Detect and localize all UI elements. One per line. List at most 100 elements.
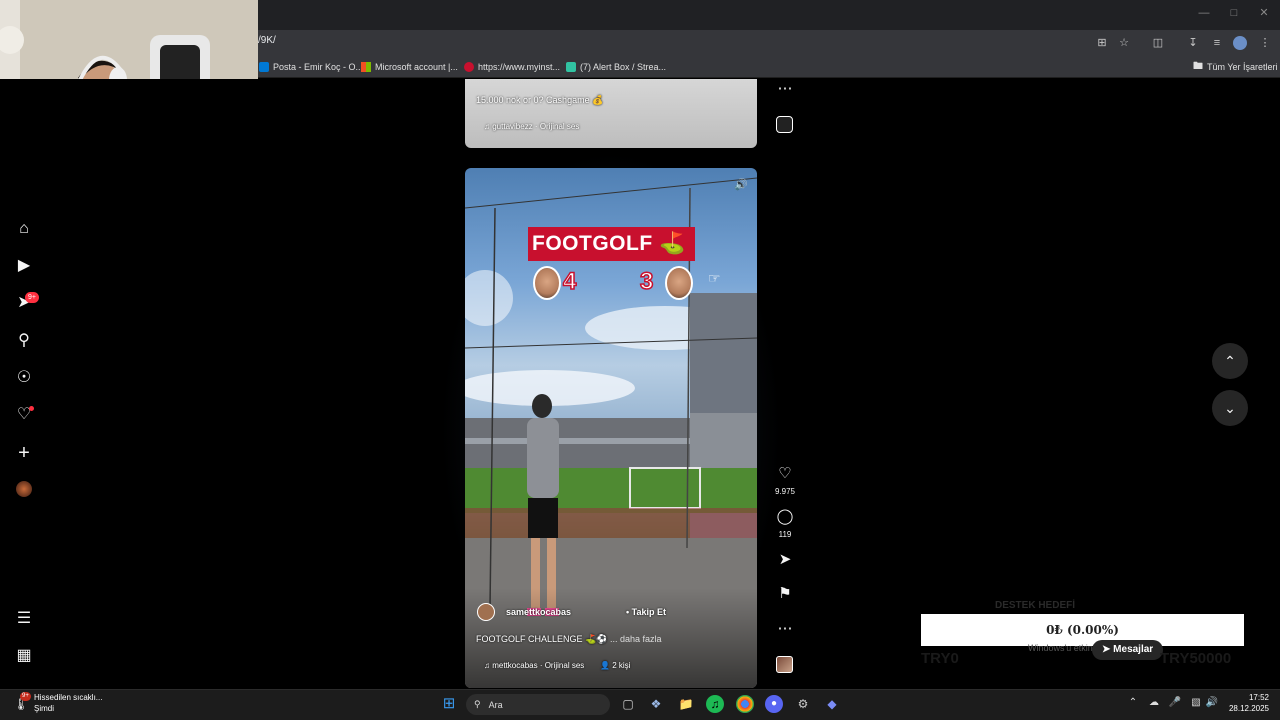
score-right: 3 <box>639 267 654 296</box>
extensions-icon[interactable]: ◫ <box>1150 35 1166 51</box>
save-bookmark-icon[interactable]: ⚑ <box>775 584 795 604</box>
player-face-right <box>665 266 693 300</box>
bookmark-label: (7) Alert Box / Strea... <box>580 62 667 72</box>
create-plus-icon[interactable]: + <box>14 443 34 463</box>
search-placeholder: Ara <box>488 699 503 710</box>
search-icon: ⚲ <box>474 699 481 709</box>
settings-gear-icon[interactable]: ⚙ <box>794 695 812 713</box>
explore-icon[interactable]: ☉ <box>14 368 34 388</box>
speaker-icon[interactable]: 🔊 <box>1205 697 1219 708</box>
microphone-icon[interactable]: 🎤 <box>1168 697 1182 708</box>
music-note-icon: ♫ <box>484 661 493 670</box>
bookmark-item[interactable]: https://www.myinst... <box>464 59 560 75</box>
donation-progress-bar: 0₺ (0.00%) <box>921 614 1244 646</box>
profile-avatar[interactable] <box>1233 36 1247 50</box>
close-icon[interactable]: ✕ <box>1257 6 1271 20</box>
person-icon: 👤 <box>600 661 613 670</box>
download-icon[interactable]: ↧ <box>1185 35 1201 51</box>
weather-subtitle: Şimdi <box>34 704 55 713</box>
windows-taskbar <box>0 689 1280 720</box>
like-heart-icon[interactable]: ♡ <box>775 464 795 484</box>
windows-start-icon[interactable]: ⊞ <box>440 695 458 713</box>
maximize-icon[interactable]: □ <box>1227 6 1241 20</box>
bookmark-label: Posta - Emir Koç - O... <box>273 62 364 72</box>
taskbar-search[interactable]: ⚲ Ara <box>466 694 610 715</box>
comment-icon[interactable]: ◯ <box>775 507 795 527</box>
home-icon[interactable]: ⌂ <box>14 219 34 239</box>
author-avatar[interactable] <box>477 603 495 621</box>
reels-icon[interactable]: ▶ <box>14 256 34 276</box>
file-explorer-icon[interactable]: 📁 <box>677 695 695 713</box>
app-icon[interactable]: ❖ <box>647 695 665 713</box>
app-icon-2[interactable]: ◆ <box>823 695 841 713</box>
microsoft-icon <box>361 62 371 72</box>
messages-label: Mesajlar <box>1113 644 1154 655</box>
music-note-icon: ♫ <box>484 122 493 131</box>
folder-icon: 🖿 <box>1193 61 1203 72</box>
reel-audio[interactable]: ♫ mettkocabas · Orijinal ses <box>484 661 584 670</box>
clock-date[interactable]: 28.12.2025 <box>1225 704 1269 713</box>
spotify-icon[interactable]: ♫ <box>706 695 724 713</box>
site-icon <box>464 62 474 72</box>
more-options-icon[interactable]: ⋯ <box>775 619 795 639</box>
minimize-icon[interactable]: — <box>1197 6 1211 20</box>
messages-button[interactable]: ➤ Mesajlar <box>1092 640 1164 660</box>
caption-more-link[interactable]: ... daha fazla <box>610 634 662 644</box>
donation-min: TRY0 <box>921 650 959 667</box>
prev-audio-thumbnail[interactable] <box>776 116 793 133</box>
url-text[interactable]: /9K/ <box>258 35 276 46</box>
cloud-icon[interactable]: ☁ <box>1147 697 1161 708</box>
also-from-meta-icon[interactable]: ▦ <box>14 646 34 666</box>
media-control-icon[interactable]: ≡ <box>1209 35 1225 51</box>
prev-reel-caption: 15.000 nok or 0? Cashgame 💰 <box>476 95 604 105</box>
reel-caption: FOOTGOLF CHALLENGE ⛳⚽ <box>476 634 608 644</box>
all-bookmarks[interactable]: 🖿 Tüm Yer İşaretleri <box>1193 59 1278 75</box>
streamlabs-icon <box>566 62 576 72</box>
messenger-icon: ➤ <box>1102 644 1114 655</box>
chrome-icon[interactable] <box>736 695 754 713</box>
scroll-up-chevron-icon[interactable]: ⌃ <box>1212 343 1248 379</box>
weather-title[interactable]: Hissedilen sıcaklı... <box>34 693 102 702</box>
reel-banner: FOOTGOLF ⛳ <box>528 227 695 261</box>
volume-icon[interactable]: 🔊 <box>733 177 749 193</box>
donation-goal-title: DESTEK HEDEFİ <box>995 600 1076 611</box>
bookmark-item[interactable]: (7) Alert Box / Strea... <box>566 59 666 75</box>
clock-time[interactable]: 17:52 <box>1239 693 1269 702</box>
follow-button[interactable]: • Takip Et <box>626 607 666 617</box>
score-left: 4 <box>562 267 577 296</box>
notifications-badge: 9+ <box>25 292 39 303</box>
tray-chevron-icon[interactable]: ⌃ <box>1126 697 1140 708</box>
browser-menu-icon[interactable]: ⋮ <box>1257 35 1273 51</box>
discord-icon[interactable]: ● <box>765 695 783 713</box>
like-count: 9.975 <box>774 487 796 496</box>
bookmark-star-icon[interactable]: ☆ <box>1116 35 1132 51</box>
more-menu-icon[interactable]: ☰ <box>14 609 34 629</box>
bookmark-label: https://www.myinst... <box>478 62 561 72</box>
prev-reel-audio-label: guttavibezz · Orijinal ses <box>492 122 580 131</box>
audio-thumbnail[interactable] <box>776 656 793 673</box>
profile-avatar-icon[interactable] <box>16 481 32 497</box>
task-view-icon[interactable]: ▢ <box>619 695 637 713</box>
author-username[interactable]: samettkocabas <box>506 607 571 617</box>
mouse-cursor-icon: ☞ <box>708 270 721 286</box>
bookmark-label: Microsoft account |... <box>375 62 458 72</box>
prev-reel-audio[interactable]: ♫ guttavibezz · Orijinal ses <box>484 122 579 131</box>
install-app-icon[interactable]: ⊞ <box>1094 35 1110 51</box>
bookmark-item[interactable]: Posta - Emir Koç - O... <box>259 59 363 75</box>
share-icon[interactable]: ➤ <box>775 550 795 570</box>
network-icon[interactable]: ▧ <box>1189 697 1203 708</box>
outlook-icon <box>259 62 269 72</box>
tagged-people[interactable]: 👤 2 kişi <box>600 661 630 670</box>
bookmark-item[interactable]: Microsoft account |... <box>361 59 458 75</box>
player-face-left <box>533 266 561 300</box>
notification-dot <box>29 406 34 411</box>
donation-max: TRY50000 <box>1160 650 1232 667</box>
comment-count: 119 <box>778 530 792 539</box>
prev-more-options-icon[interactable]: ⋯ <box>775 79 795 99</box>
reel-audio-label: mettkocabas · Orijinal ses <box>492 661 585 670</box>
tagged-people-label: 2 kişi <box>612 661 631 670</box>
scroll-down-chevron-icon[interactable]: ⌄ <box>1212 390 1248 426</box>
previous-reel[interactable] <box>465 79 757 148</box>
all-bookmarks-label: Tüm Yer İşaretleri <box>1207 62 1278 72</box>
search-icon[interactable]: ⚲ <box>14 331 34 351</box>
